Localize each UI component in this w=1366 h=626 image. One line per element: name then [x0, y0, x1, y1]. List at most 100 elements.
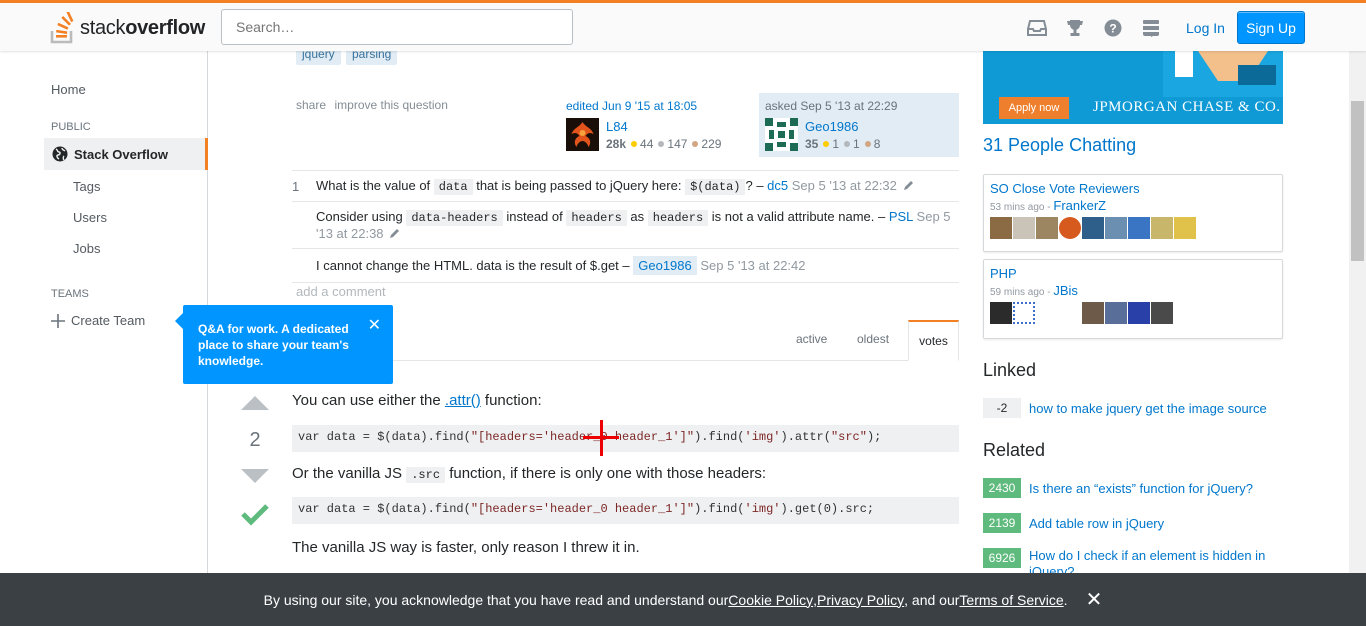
sidebar-item-tags[interactable]: Tags: [73, 179, 100, 194]
add-comment-link[interactable]: add a comment: [296, 284, 386, 299]
trophy-icon[interactable]: [1063, 17, 1087, 39]
avatar[interactable]: [1013, 302, 1035, 324]
question-menu: share improve this question: [296, 96, 448, 114]
logo-text: stackoverflow: [80, 16, 206, 39]
asked-user-name[interactable]: Geo1986: [805, 119, 859, 134]
tab-active[interactable]: active: [796, 332, 827, 346]
plus-icon: [51, 313, 65, 328]
vote-count: 2: [249, 429, 261, 451]
privacy-policy-link[interactable]: Privacy Policy: [817, 592, 904, 608]
comment-body: I cannot change the HTML. data is the re…: [316, 256, 806, 275]
avatar[interactable]: [1105, 217, 1127, 239]
chat-room-user[interactable]: JBis: [1053, 283, 1078, 298]
sidebar-item-users[interactable]: Users: [73, 210, 107, 225]
accepted-check-icon: [240, 502, 270, 531]
avatar[interactable]: [1013, 217, 1035, 239]
scrollbar-thumb[interactable]: [1351, 101, 1364, 261]
sidebar-item-jobs[interactable]: Jobs: [73, 241, 100, 256]
linked-title[interactable]: how to make jquery get the image source: [1029, 401, 1267, 416]
related-score: 2430: [983, 478, 1021, 498]
improve-question-link[interactable]: improve this question: [334, 98, 447, 112]
comment-user[interactable]: Geo1986: [633, 256, 697, 275]
downvote-icon[interactable]: [241, 469, 269, 483]
stack-exchange-icon[interactable]: [1139, 17, 1163, 39]
comment: I cannot change the HTML. data is the re…: [292, 249, 959, 283]
sidebar-item-home[interactable]: Home: [51, 82, 86, 97]
edited-user-card: edited Jun 9 '15 at 18:05 L84 28k 44 147 22…: [560, 93, 750, 157]
upvote-icon[interactable]: [241, 396, 269, 410]
close-icon[interactable]: ✕: [1086, 587, 1103, 612]
chat-room-avatars: [990, 217, 1276, 239]
pencil-icon[interactable]: [389, 228, 400, 239]
avatar[interactable]: [1059, 302, 1081, 324]
ad-brand: JPMORGAN CHASE & CO.: [1093, 99, 1281, 115]
comment-user[interactable]: PSL: [889, 209, 913, 224]
sidebar-item-stackoverflow[interactable]: Stack Overflow: [44, 138, 208, 170]
cookie-policy-link[interactable]: Cookie Policy: [728, 592, 813, 608]
avatar[interactable]: [1082, 302, 1104, 324]
related-score: 6926: [983, 548, 1021, 568]
edited-date[interactable]: edited Jun 9 '15 at 18:05: [566, 99, 697, 113]
answer-paragraph: The vanilla JS way is faster, only reaso…: [292, 539, 640, 556]
chat-room-name[interactable]: SO Close Vote Reviewers: [990, 181, 1276, 196]
search-input[interactable]: [221, 9, 573, 45]
pencil-icon[interactable]: [903, 180, 914, 191]
related-title[interactable]: Add table row in jQuery: [1029, 516, 1164, 531]
avatar[interactable]: [990, 217, 1012, 239]
chat-room-name[interactable]: PHP: [990, 266, 1276, 281]
share-link[interactable]: share: [296, 98, 326, 112]
related-item[interactable]: 2430 Is there an “exists” function for j…: [983, 478, 1253, 498]
avatar[interactable]: [1151, 302, 1173, 324]
avatar[interactable]: [765, 118, 798, 151]
comment-user[interactable]: dc5: [767, 178, 788, 193]
sidebar-heading-teams: TEAMS: [51, 288, 89, 300]
close-icon[interactable]: ✕: [368, 318, 381, 334]
help-icon[interactable]: ?: [1101, 17, 1125, 39]
comment-date: Sep 5 '13 at 22:42: [700, 258, 806, 273]
avatar[interactable]: [1036, 217, 1058, 239]
globe-icon: [52, 146, 68, 162]
inbox-icon[interactable]: [1025, 17, 1049, 39]
login-link[interactable]: Log In: [1186, 20, 1225, 36]
linked-score: -2: [983, 398, 1021, 418]
code-block: var data = $(data).find("[headers='heade…: [292, 425, 959, 452]
avatar[interactable]: [1128, 217, 1150, 239]
related-item[interactable]: 2139 Add table row in jQuery: [983, 513, 1164, 533]
advertisement[interactable]: Apply now JPMORGAN CHASE & CO.: [983, 51, 1283, 124]
avatar[interactable]: [1105, 302, 1127, 324]
chat-room[interactable]: PHP 59 mins ago - JBis: [983, 259, 1283, 339]
comment: 1 What is the value of data that is bein…: [292, 171, 959, 202]
avatar[interactable]: [1174, 217, 1196, 239]
chat-room[interactable]: SO Close Vote Reviewers 53 mins ago - Fr…: [983, 174, 1283, 252]
terms-link[interactable]: Terms of Service: [959, 592, 1063, 608]
avatar[interactable]: [566, 118, 599, 151]
signup-button[interactable]: Sign Up: [1237, 11, 1305, 44]
comment-body: Consider using data-headers instead of h…: [316, 209, 951, 241]
avatar[interactable]: [1036, 302, 1058, 324]
create-team-link[interactable]: Create Team: [51, 313, 145, 328]
avatar[interactable]: [1059, 217, 1081, 239]
linked-item[interactable]: -2 how to make jquery get the image sour…: [983, 398, 1267, 418]
chat-room-meta: 59 mins ago - JBis: [990, 283, 1078, 298]
chat-room-meta: 53 mins ago - FrankerZ: [990, 198, 1107, 213]
cookie-banner: By using our site, you acknowledge that …: [0, 573, 1366, 626]
tab-votes[interactable]: votes: [908, 320, 959, 361]
comment: Consider using data-headers instead of h…: [292, 202, 959, 249]
stackoverflow-logo[interactable]: stackoverflow: [50, 11, 205, 45]
answer-paragraph: Or the vanilla JS .src function, if ther…: [292, 465, 767, 483]
answer-paragraph: You can use either the .attr() function:: [292, 392, 542, 409]
sidebar-item-label: Stack Overflow: [74, 146, 168, 162]
apply-now-button[interactable]: Apply now: [999, 97, 1069, 119]
tab-oldest[interactable]: oldest: [857, 332, 889, 346]
avatar[interactable]: [990, 302, 1012, 324]
related-title[interactable]: Is there an “exists” function for jQuery…: [1029, 481, 1253, 496]
avatar[interactable]: [1151, 217, 1173, 239]
chat-heading[interactable]: 31 People Chatting: [983, 135, 1136, 156]
avatar[interactable]: [1082, 217, 1104, 239]
attr-link[interactable]: .attr(): [445, 392, 481, 409]
edited-user-name[interactable]: L84: [606, 119, 628, 134]
scrollbar[interactable]: [1349, 51, 1366, 626]
chat-room-avatars: [990, 302, 1276, 324]
chat-room-user[interactable]: FrankerZ: [1053, 198, 1106, 213]
avatar[interactable]: [1128, 302, 1150, 324]
